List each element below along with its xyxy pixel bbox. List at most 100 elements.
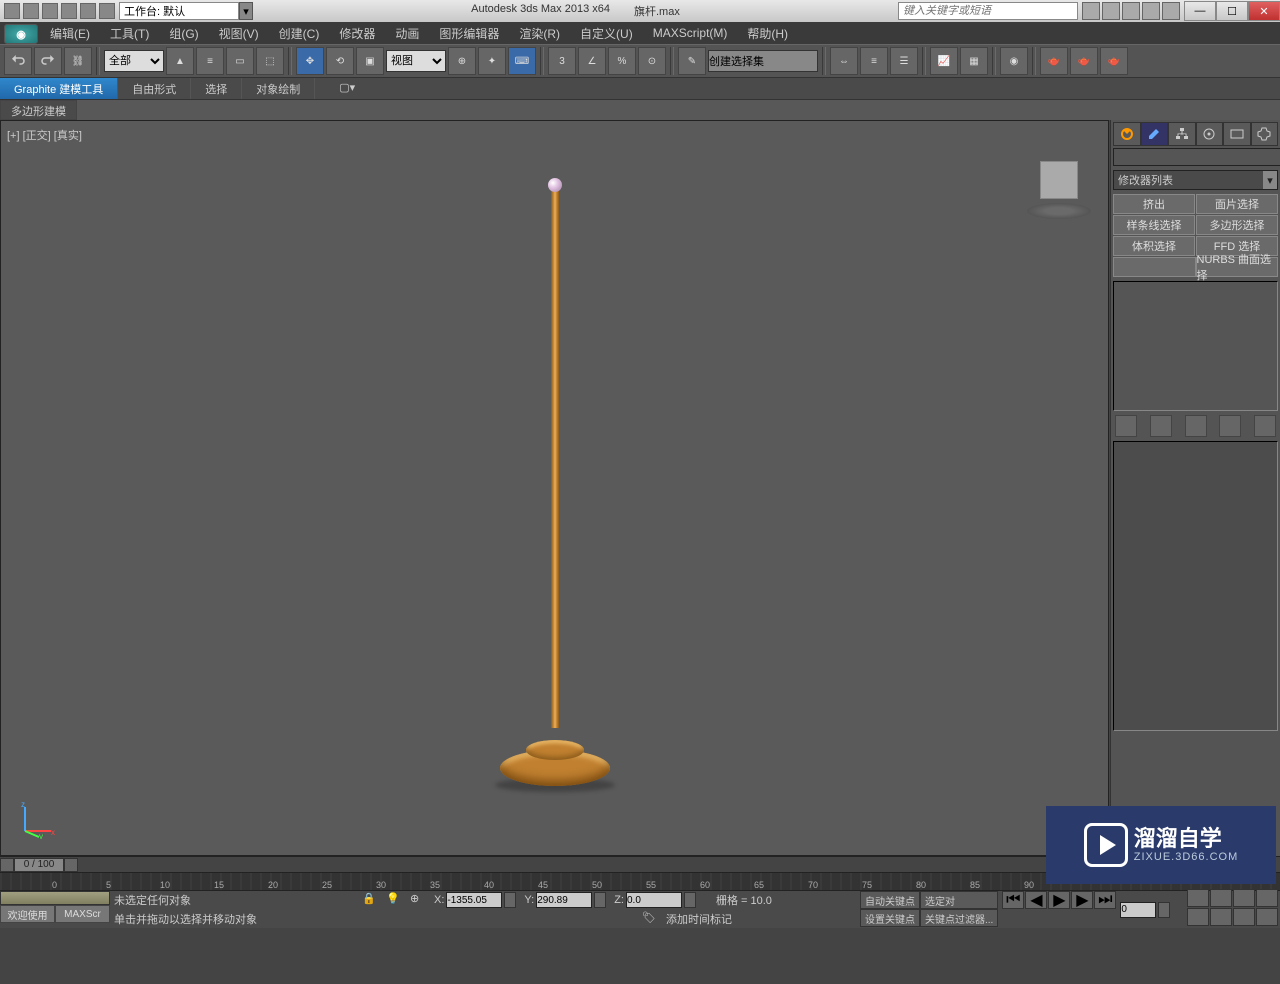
menu-create[interactable]: 创建(C) (269, 25, 330, 42)
mod-facesel-button[interactable]: 面片选择 (1196, 194, 1278, 214)
subscription-icon[interactable] (1102, 2, 1120, 20)
fov-icon[interactable] (1187, 908, 1209, 926)
autokey-button[interactable]: 自动关键点 (860, 891, 920, 909)
material-editor-icon[interactable]: ◉ (1000, 47, 1028, 75)
hierarchy-tab-icon[interactable] (1168, 122, 1196, 146)
schematic-view-icon[interactable]: ▦ (960, 47, 988, 75)
ribbon-tab-paint[interactable]: 对象绘制 (242, 78, 315, 99)
mod-polysel-button[interactable]: 多边形选择 (1196, 215, 1278, 235)
qat-open-icon[interactable] (23, 3, 39, 19)
coord-display-icon[interactable]: ⊕ (410, 892, 426, 908)
percent-snap-icon[interactable]: % (608, 47, 636, 75)
render-frame-icon[interactable]: 🫖 (1070, 47, 1098, 75)
manipulate-icon[interactable]: ✦ (478, 47, 506, 75)
prev-frame-icon[interactable]: ◀ (1025, 891, 1047, 909)
orbit-icon[interactable] (1233, 908, 1255, 926)
use-center-icon[interactable]: ⊕ (448, 47, 476, 75)
modify-tab-icon[interactable] (1141, 122, 1169, 146)
move-icon[interactable]: ✥ (296, 47, 324, 75)
remove-modifier-icon[interactable] (1219, 415, 1241, 437)
link-icon[interactable]: ⛓ (64, 47, 92, 75)
y-coord-input[interactable] (536, 892, 592, 908)
menu-customize[interactable]: 自定义(U) (570, 25, 643, 42)
menu-tools[interactable]: 工具(T) (100, 25, 159, 42)
x-coord-input[interactable] (446, 892, 502, 908)
welcome-button[interactable]: 欢迎使用 (0, 905, 55, 923)
render-production-icon[interactable]: 🫖 (1100, 47, 1128, 75)
key-filters-button[interactable]: 关键点过滤器... (920, 909, 998, 927)
ribbon-expand-icon[interactable]: ▢▾ (335, 78, 359, 99)
viewport[interactable]: [+] [正交] [真实] z x y (0, 120, 1109, 856)
help-icon[interactable] (1162, 2, 1180, 20)
selected-set-button[interactable]: 选定对 (920, 891, 998, 909)
workspace-dropdown-icon[interactable]: ▾ (239, 2, 253, 20)
frame-spinner[interactable] (1158, 902, 1170, 918)
utilities-tab-icon[interactable] (1251, 122, 1279, 146)
qat-redo-icon[interactable] (80, 3, 96, 19)
zoom-extents-all-icon[interactable] (1256, 889, 1278, 907)
close-button[interactable]: ✕ (1248, 1, 1280, 21)
workspace-selector[interactable] (119, 2, 239, 20)
spinner-snap-icon[interactable]: ⊙ (638, 47, 666, 75)
layers-icon[interactable]: ☰ (890, 47, 918, 75)
minimize-button[interactable]: — (1184, 1, 1216, 21)
viewport-label[interactable]: [+] [正交] [真实] (7, 127, 82, 143)
z-spinner[interactable] (684, 892, 696, 908)
menu-help[interactable]: 帮助(H) (737, 25, 798, 42)
scale-icon[interactable]: ▣ (356, 47, 384, 75)
rollout-area[interactable] (1113, 441, 1278, 731)
x-spinner[interactable] (504, 892, 516, 908)
qat-new-icon[interactable] (4, 3, 20, 19)
maximize-button[interactable]: ☐ (1216, 1, 1248, 21)
mini-curve-editor[interactable] (0, 891, 110, 905)
current-frame-input[interactable] (1120, 902, 1156, 918)
menu-render[interactable]: 渲染(R) (509, 25, 570, 42)
redo-icon[interactable] (34, 47, 62, 75)
app-menu-icon[interactable]: ◉ (4, 24, 38, 44)
menu-animation[interactable]: 动画 (385, 25, 429, 42)
selection-filter[interactable]: 全部 (104, 50, 164, 72)
create-tab-icon[interactable] (1113, 122, 1141, 146)
isolate-icon[interactable]: 💡 (386, 892, 402, 908)
time-slider-next-icon[interactable] (64, 858, 78, 872)
modifier-list-dropdown[interactable]: 修改器列表 ▾ (1113, 170, 1278, 190)
configure-sets-icon[interactable] (1254, 415, 1276, 437)
qat-undo-icon[interactable] (61, 3, 77, 19)
ribbon-tab-freeform[interactable]: 自由形式 (118, 78, 191, 99)
dropdown-arrow-icon[interactable]: ▾ (1263, 171, 1277, 189)
rect-select-icon[interactable]: ▭ (226, 47, 254, 75)
modifier-stack[interactable] (1113, 281, 1278, 411)
render-setup-icon[interactable]: 🫖 (1040, 47, 1068, 75)
qat-save-icon[interactable] (42, 3, 58, 19)
menu-group[interactable]: 组(G) (159, 25, 208, 42)
undo-icon[interactable] (4, 47, 32, 75)
viewcube[interactable] (1024, 149, 1094, 219)
time-slider-prev-icon[interactable] (0, 858, 14, 872)
play-icon[interactable]: ▶ (1048, 891, 1070, 909)
qat-project-icon[interactable] (99, 3, 115, 19)
ribbon-panel-polymodel[interactable]: 多边形建模 (0, 100, 77, 120)
align-icon[interactable]: ≡ (860, 47, 888, 75)
edit-named-sel-icon[interactable]: ✎ (678, 47, 706, 75)
motion-tab-icon[interactable] (1196, 122, 1224, 146)
display-tab-icon[interactable] (1223, 122, 1251, 146)
zoom-icon[interactable] (1187, 889, 1209, 907)
setkey-button[interactable]: 设置关键点 (860, 909, 920, 927)
next-frame-icon[interactable]: ▶ (1071, 891, 1093, 909)
goto-end-icon[interactable]: ⏭ (1094, 891, 1116, 909)
mod-nurbs-button[interactable]: NURBS 曲面选择 (1196, 257, 1279, 277)
snap-toggle-icon[interactable]: 3 (548, 47, 576, 75)
pan-icon[interactable] (1210, 908, 1232, 926)
menu-edit[interactable]: 编辑(E) (40, 25, 100, 42)
rotate-icon[interactable]: ⟲ (326, 47, 354, 75)
pin-stack-icon[interactable] (1115, 415, 1137, 437)
add-time-tag[interactable]: 添加时间标记 (666, 911, 732, 927)
y-spinner[interactable] (594, 892, 606, 908)
object-name-field[interactable] (1113, 148, 1280, 166)
ribbon-tab-selection[interactable]: 选择 (191, 78, 242, 99)
menu-modifiers[interactable]: 修改器 (329, 25, 385, 42)
maxscript-mini-listener[interactable]: MAXScr (55, 905, 110, 923)
make-unique-icon[interactable] (1185, 415, 1207, 437)
search-icon[interactable] (1082, 2, 1100, 20)
zoom-all-icon[interactable] (1210, 889, 1232, 907)
